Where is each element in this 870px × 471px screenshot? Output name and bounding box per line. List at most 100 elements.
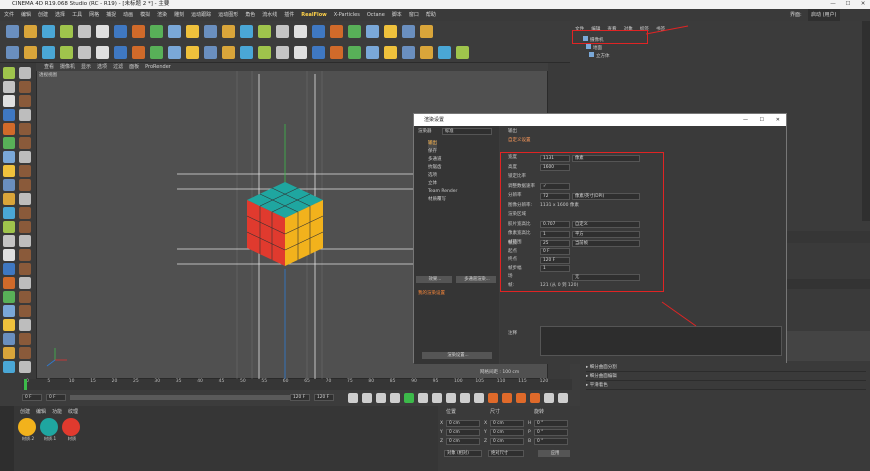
render-settings-button[interactable]: 渲染设置... — [422, 352, 492, 359]
viewport-menu-item[interactable]: 过滤 — [113, 64, 123, 70]
transport-control-icon[interactable] — [418, 393, 428, 403]
transport-control-icon[interactable] — [404, 393, 414, 403]
object-row[interactable]: 地面 — [586, 44, 602, 52]
menu-item[interactable]: 创建 — [38, 12, 48, 18]
palette-tool-icon[interactable] — [3, 319, 15, 331]
menu-item[interactable]: 编辑 — [21, 12, 31, 18]
coord-value-field[interactable]: 0 ° — [534, 420, 568, 427]
menu-item[interactable]: 工具 — [72, 12, 82, 18]
menu-item[interactable]: 动画 — [123, 12, 133, 18]
toolbar-tool-icon[interactable] — [60, 46, 73, 59]
coord-value-field[interactable]: 0 cm — [490, 438, 524, 445]
palette-tool-icon[interactable] — [3, 109, 15, 121]
toolbar-tool-icon[interactable] — [222, 25, 235, 38]
palette-mode-icon[interactable] — [19, 151, 31, 163]
toolbar-tool-icon[interactable] — [78, 46, 91, 59]
palette-tool-icon[interactable] — [3, 305, 15, 317]
toolbar-tool-icon[interactable] — [150, 46, 163, 59]
menu-item[interactable]: 帮助 — [426, 12, 436, 18]
menu-item[interactable]: 角色 — [245, 12, 255, 18]
menu-item[interactable]: 渲染 — [157, 12, 167, 18]
coord-value-field[interactable]: 0 ° — [534, 438, 568, 445]
toolbar-tool-icon[interactable] — [276, 25, 289, 38]
dialog-close-button[interactable]: ✕ — [776, 114, 780, 126]
toolbar-tool-icon[interactable] — [222, 46, 235, 59]
attribute-group-row[interactable]: ▸ 细分曲面编辑 — [586, 372, 866, 381]
dialog-maximize-button[interactable]: ☐ — [760, 114, 764, 126]
toolbar-tool-icon[interactable] — [114, 46, 127, 59]
toolbar-tool-icon[interactable] — [312, 46, 325, 59]
material-menu-item[interactable]: 编辑 — [36, 409, 46, 415]
viewport-menu-item[interactable]: 查看 — [44, 64, 54, 70]
viewport-menu-item[interactable]: 摄像机 — [60, 64, 75, 70]
toolbar-tool-icon[interactable] — [78, 25, 91, 38]
transport-control-icon[interactable] — [544, 393, 554, 403]
effect-button[interactable]: 效果... — [416, 276, 452, 283]
object-row[interactable]: 立方体 — [589, 52, 610, 60]
toolbar-tool-icon[interactable] — [420, 25, 433, 38]
dialog-minimize-button[interactable]: — — [743, 114, 748, 126]
palette-tool-icon[interactable] — [3, 263, 15, 275]
material-menu-item[interactable]: 纹理 — [68, 409, 78, 415]
transport-control-icon[interactable] — [488, 393, 498, 403]
coord-value-field[interactable]: 0 cm — [446, 429, 480, 436]
preset-label[interactable]: 自定义设置 — [508, 137, 531, 145]
render-settings-nav-item[interactable]: 立体 — [428, 180, 437, 188]
toolbar-tool-icon[interactable] — [240, 25, 253, 38]
transport-control-icon[interactable] — [502, 393, 512, 403]
toolbar-tool-icon[interactable] — [168, 25, 181, 38]
toolbar-tool-icon[interactable] — [384, 46, 397, 59]
transport-control-icon[interactable] — [348, 393, 358, 403]
toolbar-tool-icon[interactable] — [384, 25, 397, 38]
toolbar-tool-icon[interactable] — [96, 25, 109, 38]
palette-mode-icon[interactable] — [19, 137, 31, 149]
attribute-group-row[interactable]: ▸ 平滑着色 — [586, 381, 866, 390]
render-settings-nav-item[interactable]: 选项 — [428, 172, 437, 180]
render-settings-nav-item[interactable]: 抗锯齿 — [428, 164, 442, 172]
toolbar-tool-icon[interactable] — [186, 46, 199, 59]
material-swatch[interactable]: 材质 — [62, 418, 82, 446]
palette-tool-icon[interactable] — [3, 361, 15, 373]
coord-value-field[interactable]: 0 cm — [446, 420, 480, 427]
current-frame-field[interactable]: 0 F — [46, 394, 66, 401]
viewport-menu-item[interactable]: 显示 — [81, 64, 91, 70]
palette-mode-icon[interactable] — [19, 277, 31, 289]
palette-tool-icon[interactable] — [3, 137, 15, 149]
palette-mode-icon[interactable] — [19, 361, 31, 373]
toolbar-tool-icon[interactable] — [204, 46, 217, 59]
toolbar-tool-icon[interactable] — [366, 25, 379, 38]
transport-control-icon[interactable] — [460, 393, 470, 403]
palette-tool-icon[interactable] — [3, 235, 15, 247]
menu-item[interactable]: 脚本 — [392, 12, 402, 18]
material-menu-item[interactable]: 功能 — [52, 409, 62, 415]
toolbar-tool-icon[interactable] — [150, 25, 163, 38]
toolbar-tool-icon[interactable] — [132, 46, 145, 59]
toolbar-tool-icon[interactable] — [348, 25, 361, 38]
transport-control-icon[interactable] — [530, 393, 540, 403]
palette-tool-icon[interactable] — [3, 207, 15, 219]
coord-value-field[interactable]: 0 cm — [490, 420, 524, 427]
palette-mode-icon[interactable] — [19, 207, 31, 219]
minimize-button[interactable]: — — [826, 0, 840, 9]
toolbar-tool-icon[interactable] — [312, 25, 325, 38]
render-settings-nav-item[interactable]: Team Render — [428, 188, 457, 196]
palette-tool-icon[interactable] — [3, 67, 15, 79]
coord-mode-select[interactable]: 对象 (相对) — [444, 450, 482, 457]
menu-item[interactable]: 网格 — [89, 12, 99, 18]
palette-mode-icon[interactable] — [19, 109, 31, 121]
menu-item[interactable]: X-Particles — [334, 12, 360, 18]
palette-tool-icon[interactable] — [3, 95, 15, 107]
render-settings-nav-item[interactable]: 输出 — [428, 140, 437, 148]
coord-value-field[interactable]: 0 cm — [490, 429, 524, 436]
toolbar-tool-icon[interactable] — [258, 46, 271, 59]
transport-control-icon[interactable] — [516, 393, 526, 403]
coord-value-field[interactable]: 0 cm — [446, 438, 480, 445]
toolbar-tool-icon[interactable] — [348, 46, 361, 59]
transport-control-icon[interactable] — [446, 393, 456, 403]
palette-mode-icon[interactable] — [19, 291, 31, 303]
viewport-menu-item[interactable]: 选项 — [97, 64, 107, 70]
palette-tool-icon[interactable] — [3, 221, 15, 233]
palette-tool-icon[interactable] — [3, 249, 15, 261]
toolbar-tool-icon[interactable] — [456, 46, 469, 59]
menu-item[interactable]: 运动图形 — [218, 12, 238, 18]
